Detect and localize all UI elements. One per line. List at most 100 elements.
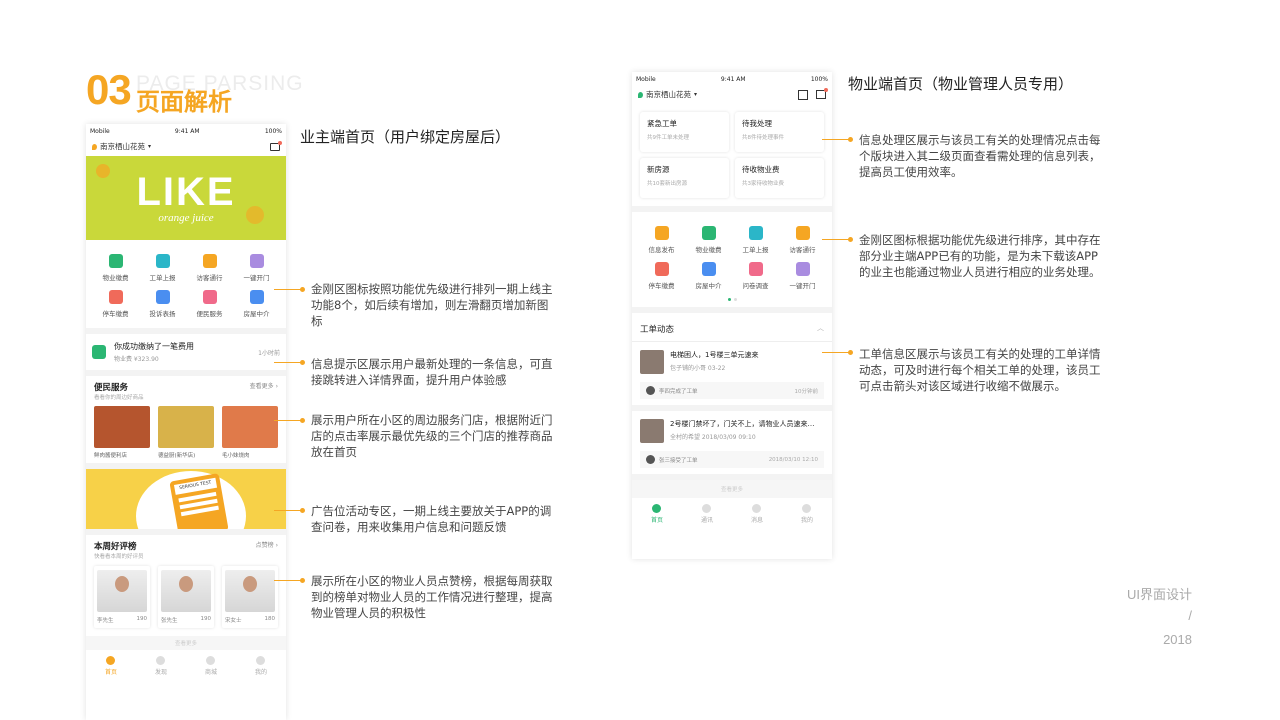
grid-item[interactable]: 物业缴费 <box>685 226 732 254</box>
grid-item-label: 信息发布 <box>648 246 675 254</box>
service-item[interactable]: 德益厨(新华店) <box>158 406 214 459</box>
page-title: 页面解析 <box>136 88 232 116</box>
grid-item[interactable]: 工单上报 <box>732 226 779 254</box>
location-name: 南京栖山花苑 <box>100 142 145 151</box>
function-icon <box>748 226 763 240</box>
grid-item[interactable]: 访客通行 <box>186 254 233 282</box>
ranking-card[interactable]: 宋女士 180 <box>222 566 278 628</box>
ranking-sub: 快看看本周的好评员 <box>94 554 144 560</box>
location-pin-icon <box>92 143 97 150</box>
avatar <box>640 419 664 443</box>
avatar <box>161 570 211 612</box>
grid-item-label: 停车缴费 <box>102 310 129 318</box>
services-title: 便民服务 <box>94 383 129 393</box>
section-number: 03 <box>86 66 132 113</box>
like-count: 180 <box>264 616 276 622</box>
carrier: Mobile <box>90 128 110 135</box>
grid-item[interactable]: 房屋中介 <box>233 290 280 318</box>
scan-icon[interactable] <box>798 89 808 100</box>
tab-item[interactable]: 我的 <box>801 504 813 524</box>
location-bar: 南京栖山花苑 ▾ <box>632 83 832 106</box>
card-fee-collection[interactable]: 待收物业费 共3家待收物业费 <box>735 158 824 198</box>
page-indicator <box>632 294 832 307</box>
note-orders: 工单信息区展示与该员工有关的处理的工单详情动态，可及时进行每个相关工单的处理，该… <box>859 347 1101 393</box>
grid-item[interactable]: 信息发布 <box>638 226 685 254</box>
tab-item[interactable]: 通讯 <box>701 504 713 524</box>
grid-item[interactable]: 物业缴费 <box>92 254 139 282</box>
ranking-info: 李先生 190 <box>97 616 147 624</box>
function-icon <box>701 226 716 240</box>
tab-item[interactable]: 首页 <box>105 656 117 676</box>
location-name: 南京栖山花苑 <box>646 90 691 99</box>
location-selector[interactable]: 南京栖山花苑 ▾ <box>92 141 151 152</box>
grid-item[interactable]: 一键开门 <box>233 254 280 282</box>
order-sub: 包子铺的小哥 03-22 <box>670 365 726 372</box>
message-icon[interactable] <box>270 140 282 151</box>
ranking-more-link[interactable]: 点赞榜 › <box>256 540 278 549</box>
ranking-card[interactable]: 张先生 190 <box>158 566 214 628</box>
order-footer: 李四完成了工单 10分钟前 <box>640 382 824 399</box>
grid-item-label: 一键开门 <box>789 282 816 290</box>
grid-item-label: 便民服务 <box>196 310 223 318</box>
more-text[interactable]: 查看更多 <box>86 636 286 650</box>
staff-phone-screen: Mobile 9:41 AM 100% 南京栖山花苑 ▾ 紧急工单 共9件工单未处… <box>632 72 832 559</box>
grid-item[interactable]: 问卷调查 <box>732 262 779 290</box>
tab-item[interactable]: 消息 <box>751 504 763 524</box>
order-item[interactable]: 电梯困人，1号楼三单元速来 包子铺的小哥 03-22 李四完成了工单 10分钟前 <box>632 342 832 411</box>
orders-header[interactable]: 工单动态 ︿ <box>632 313 832 342</box>
function-icon <box>795 226 810 240</box>
tab-item[interactable]: 首页 <box>651 504 663 524</box>
ranking-section: 本周好评榜 快看看本周的好评员 点赞榜 › 李先生 190 张先生 190 宋女士 180 <box>86 535 286 628</box>
grid-item[interactable]: 房屋中介 <box>685 262 732 290</box>
services-more-link[interactable]: 查看更多 › <box>250 381 278 390</box>
service-item[interactable]: 鲜肉酱便利店 <box>94 406 150 459</box>
grid-item-label: 物业缴费 <box>695 246 722 254</box>
ranking-card[interactable]: 李先生 190 <box>94 566 150 628</box>
grid-item-label: 问卷调查 <box>742 282 769 290</box>
tab-icon <box>802 504 812 513</box>
ad-banner[interactable]: SERIOUS TEST <box>86 469 286 529</box>
owner-phone-screen: Mobile 9:41 AM 100% 南京栖山花苑 ▾ LIKE orange… <box>86 124 286 720</box>
card-new-listing[interactable]: 新房源 共10套新出房源 <box>640 158 729 198</box>
collapse-icon[interactable]: ︿ <box>817 323 824 335</box>
tab-item[interactable]: 商城 <box>205 656 217 676</box>
grid-item-label: 房屋中介 <box>695 282 722 290</box>
services-list: 鲜肉酱便利店 德益厨(新华店) 毛小妹烧肉 <box>94 406 278 459</box>
note-services: 展示用户所在小区的周边服务门店，根据附近门店的点击率展示最优先级的三个门店的推荐… <box>311 413 553 459</box>
order-status: 张三接受了工单 <box>659 457 698 464</box>
avatar <box>640 350 664 374</box>
function-icon <box>654 226 669 240</box>
info-cards: 紧急工单 共9件工单未处理 待我处理 共8件待处理事件 新房源 共10套新出房源 待收… <box>632 106 832 206</box>
tab-label: 商城 <box>204 669 217 676</box>
order-status: 李四完成了工单 <box>659 388 698 395</box>
card-pending[interactable]: 待我处理 共8件待处理事件 <box>735 112 824 152</box>
location-selector[interactable]: 南京栖山花苑 ▾ <box>638 89 697 100</box>
function-icon <box>249 254 264 268</box>
order-title: 2号楼门禁坏了，门关不上，请物业人员速来… <box>670 420 815 428</box>
message-icon[interactable] <box>816 87 828 99</box>
banner[interactable]: LIKE orange juice <box>86 156 286 240</box>
service-item[interactable]: 毛小妹烧肉 <box>222 406 278 459</box>
services-section: 便民服务 看看你的周边好商品 查看更多 › 鲜肉酱便利店 德益厨(新华店) 毛小妹烧… <box>86 376 286 459</box>
grid-item[interactable]: 停车缴费 <box>92 290 139 318</box>
tab-icon <box>156 656 166 665</box>
footer-line2: / <box>1188 608 1192 623</box>
more-text[interactable]: 查看更多 <box>632 480 832 498</box>
grid-item[interactable]: 一键开门 <box>779 262 826 290</box>
footer-year: 2018 <box>1163 632 1192 647</box>
service-image <box>158 406 214 448</box>
card-urgent-order[interactable]: 紧急工单 共9件工单未处理 <box>640 112 729 152</box>
function-grid: 物业缴费 工单上报 访客通行 一键开门停车缴费 投诉表扬 便民服务 房屋中介 <box>86 240 286 328</box>
grid-item[interactable]: 停车缴费 <box>638 262 685 290</box>
grid-item[interactable]: 投诉表扬 <box>139 290 186 318</box>
grid-item[interactable]: 便民服务 <box>186 290 233 318</box>
grid-item[interactable]: 工单上报 <box>139 254 186 282</box>
message-item[interactable]: 你成功缴纳了一笔费用 物业费 ¥323.90 1小时前 <box>86 334 286 370</box>
grid-item[interactable]: 访客通行 <box>779 226 826 254</box>
order-item[interactable]: 2号楼门禁坏了，门关不上，请物业人员速来… 全村的希望 2018/03/09 09… <box>632 411 832 480</box>
tab-item[interactable]: 我的 <box>255 656 267 676</box>
tab-item[interactable]: 发现 <box>155 656 167 676</box>
left-section-title: 业主端首页（用户绑定房屋后） <box>300 128 511 146</box>
message-sub: 物业费 ¥323.90 <box>114 356 159 363</box>
orders-list: 电梯困人，1号楼三单元速来 包子铺的小哥 03-22 李四完成了工单 10分钟前 2号楼… <box>632 342 832 480</box>
